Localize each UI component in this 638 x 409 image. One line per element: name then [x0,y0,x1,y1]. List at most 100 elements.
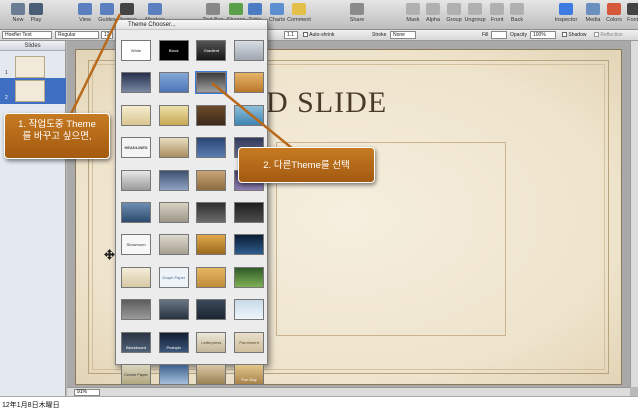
theme-thumbnail[interactable] [234,72,265,94]
horizontal-scrollbar[interactable] [67,387,630,396]
toolbar-button-label: Fonts [627,17,638,23]
auto-shrink-label: Auto-shrink [309,32,335,38]
theme-thumbnail[interactable]: HEADLINES [121,137,151,159]
theme-chooser-title[interactable]: Theme Chooser... [116,20,267,30]
slide-title[interactable]: D SLIDE [266,86,387,120]
stroke-label: Stroke [372,32,387,38]
play-button[interactable]: Play [21,3,51,29]
toolbar-button-label: Inspector [554,17,578,23]
theme-thumbnail[interactable] [158,299,189,321]
theme-thumbnail[interactable] [196,363,227,385]
inspector-icon [559,3,573,15]
theme-thumbnail[interactable]: Parchment [234,331,265,353]
theme-grid: White Black Gradient HEADLINES Showroom Graph… [121,40,265,385]
theme-thumbnail[interactable] [196,266,227,288]
theme-thumbnail[interactable] [196,169,227,191]
theme-thumbnail[interactable] [234,104,265,126]
theme-thumbnail[interactable]: Cream Paper [121,363,151,385]
toolbar-button-label: Share [349,17,365,23]
line-spacing-select[interactable]: 1.1 [284,31,298,39]
theme-thumbnail[interactable] [234,299,265,321]
theme-thumbnail[interactable] [196,104,227,126]
slide-thumbnail-2[interactable] [15,80,45,102]
font-style-select[interactable]: Regular [55,31,99,39]
table-icon [248,3,262,15]
theme-thumbnail[interactable]: Showroom [121,234,151,256]
theme-thumbnail[interactable]: Gradient [196,40,227,61]
theme-thumbnail[interactable]: Black [158,40,189,61]
themes-icon [120,3,134,15]
theme-thumbnail[interactable] [158,363,189,385]
theme-label: Blackboard [125,344,146,350]
theme-thumbnail[interactable] [121,299,151,321]
zoom-select[interactable]: 91% [74,389,100,396]
theme-thumbnail[interactable] [121,104,151,126]
inspector-button[interactable]: Inspector [551,3,581,29]
theme-thumbnail[interactable]: Graph Paper [158,266,189,288]
theme-thumbnail[interactable] [234,266,265,288]
theme-thumbnail[interactable] [121,72,151,94]
shadow-checkbox[interactable]: Shadow [562,31,586,39]
main-toolbar: NewPlayViewGuidesThemesMastersText BoxSh… [0,0,638,30]
theme-thumbnail[interactable] [121,169,151,191]
theme-thumbnail[interactable]: Blackboard [121,331,151,353]
theme-thumbnail[interactable]: White [121,40,151,61]
textbox-icon [206,3,220,15]
back-button[interactable]: Back [502,3,532,29]
status-bar-date: 12年1月8日木曜日 [0,396,638,409]
comment-button[interactable]: Comment [284,3,314,29]
theme-label: Cream Paper [124,371,148,377]
stroke-select[interactable]: None [390,31,416,39]
share-button[interactable]: Share [342,3,372,29]
theme-thumbnail[interactable] [234,40,265,61]
theme-thumbnail[interactable] [158,169,189,191]
slide-navigator: Slides 1 2 [0,41,66,396]
theme-thumbnail[interactable] [158,234,189,256]
fonts-button[interactable]: Fonts [619,3,638,29]
checkbox-icon [562,32,567,38]
vertical-scrollbar[interactable] [630,41,638,387]
theme-thumbnail[interactable] [121,266,151,288]
checkbox-icon [594,32,599,38]
theme-thumbnail[interactable]: Fun Day [234,363,265,385]
theme-label: Showroom [126,242,146,248]
media-icon [586,3,600,15]
callout-step-1: 1. 작업도중 Theme 를 바꾸고 싶으면, [4,113,110,159]
theme-label: Graph Paper [162,274,186,280]
theme-thumbnail[interactable] [195,71,228,95]
toolbar-button-label: Comment [287,17,311,23]
theme-thumbnail[interactable] [121,201,151,223]
theme-label: Black [168,48,179,53]
reflection-checkbox[interactable]: Reflection [594,31,623,39]
ungroup-icon [468,3,482,15]
theme-thumbnail[interactable] [234,234,265,256]
font-family-select[interactable]: Hoefler Text [2,31,52,39]
theme-thumbnail[interactable] [196,137,227,159]
theme-thumbnail[interactable]: Letterpress [196,331,227,353]
callout-step-1-line-2: 를 바꾸고 싶으면, [22,131,92,142]
slide-number-1: 1 [5,70,8,76]
masters-icon [148,3,162,15]
shadow-label: Shadow [568,32,587,38]
navigator-header: Slides [0,41,65,51]
theme-thumbnail[interactable] [158,104,189,126]
slide-thumbnail-1[interactable] [15,56,45,78]
theme-thumbnail[interactable] [196,201,227,223]
fill-color-well[interactable] [491,31,507,39]
theme-label: Letterpress [201,339,222,345]
theme-thumbnail[interactable] [158,201,189,223]
alpha-icon [426,3,440,15]
theme-thumbnail[interactable] [234,201,265,223]
fill-label: Fill [482,32,489,38]
theme-thumbnail[interactable] [158,72,189,94]
theme-thumbnail[interactable] [196,299,227,321]
comment-icon [292,3,306,15]
theme-label: Parchment [239,339,259,345]
opacity-field[interactable]: 100% [530,31,556,39]
theme-thumbnail[interactable]: Pushpin [158,331,189,353]
auto-shrink-checkbox[interactable]: Auto-shrink [303,31,334,39]
format-bar: Hoefler Text Regular 12 1.1 Auto-shrink … [0,30,638,41]
theme-thumbnail[interactable] [158,137,189,159]
font-size-select[interactable]: 12 [101,31,113,39]
theme-thumbnail[interactable] [196,234,227,256]
